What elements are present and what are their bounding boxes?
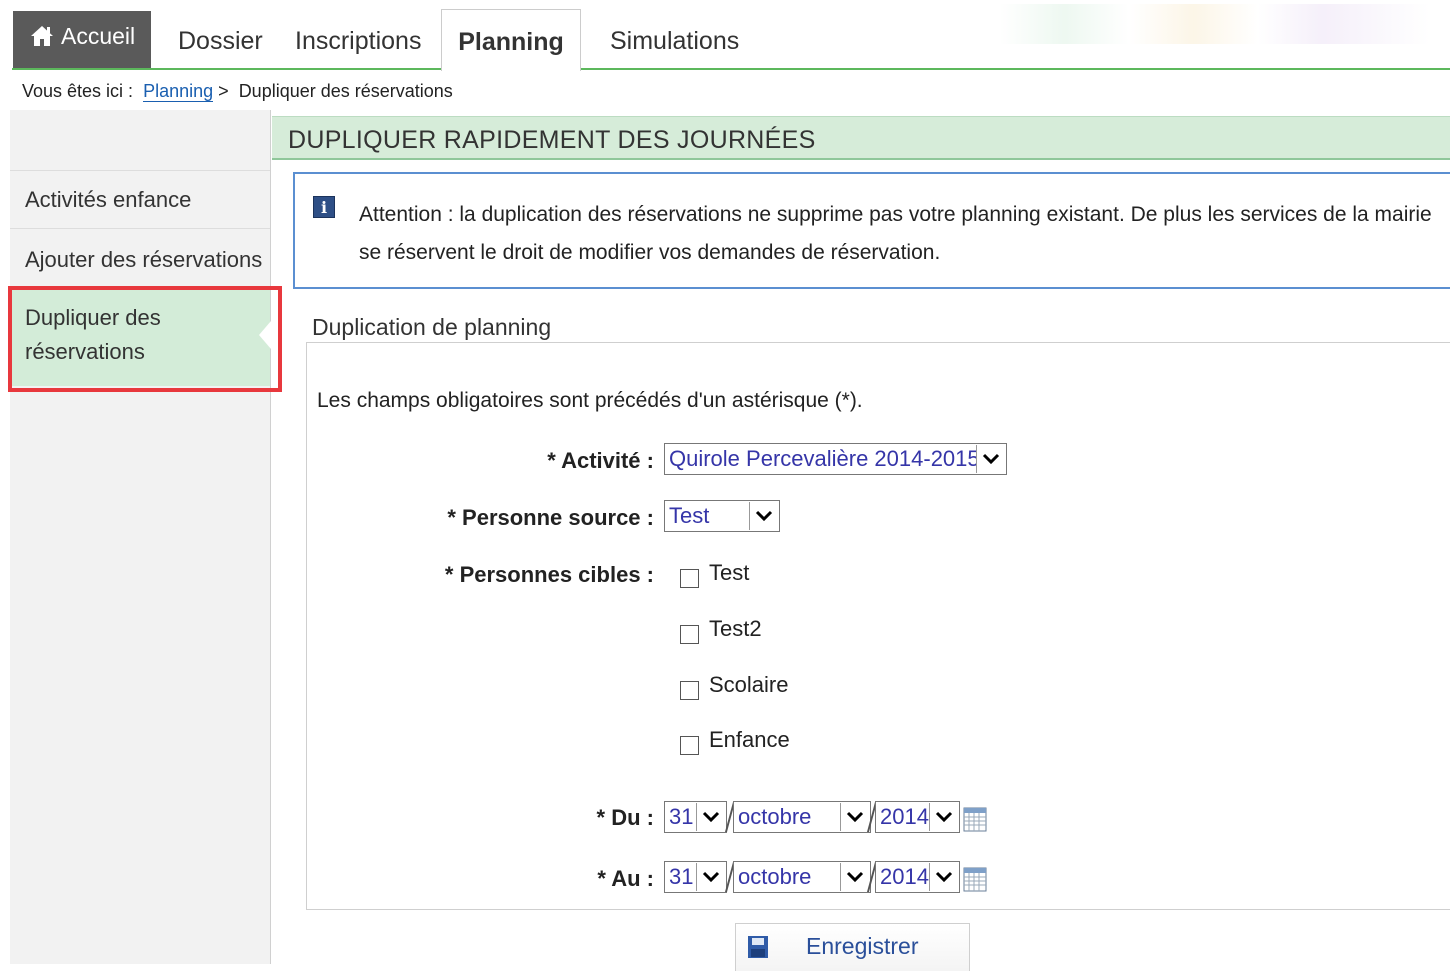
au-day-value: 31: [669, 864, 694, 889]
top-navigation: Accueil Dossier Inscriptions Planning Si…: [0, 0, 1450, 71]
breadcrumb-prefix: Vous êtes ici :: [22, 81, 134, 101]
breadcrumb-separator: >: [218, 81, 229, 101]
sidebar: Activités enfance Ajouter des réservatio…: [10, 110, 271, 964]
cible-checkbox-test[interactable]: [680, 569, 699, 588]
floppy-disk-icon: [748, 936, 768, 958]
breadcrumb-current: Dupliquer des réservations: [238, 81, 453, 101]
personne-source-select[interactable]: Test: [664, 500, 780, 532]
tab-inscriptions[interactable]: Inscriptions: [295, 14, 421, 68]
personnes-cibles-label: * Personnes cibles :: [444, 562, 654, 587]
du-year-value: 2014: [880, 804, 929, 829]
tab-planning[interactable]: Planning: [441, 9, 581, 71]
activite-value: Quirole Percevalière 2014-2015: [669, 446, 976, 471]
du-month-select[interactable]: octobre: [733, 801, 871, 833]
sidebar-item-label-line2: réservations: [25, 339, 145, 364]
sidebar-item-label: Ajouter des réservations: [25, 247, 263, 272]
calendar-icon[interactable]: [963, 806, 987, 832]
tab-simulations[interactable]: Simulations: [610, 14, 739, 68]
sidebar-item-label: Activités enfance: [25, 187, 192, 212]
header-decoration: [1000, 4, 1430, 44]
chevron-down-icon[interactable]: [749, 502, 778, 530]
du-day-select[interactable]: 31: [664, 801, 727, 833]
du-year-select[interactable]: 2014: [875, 801, 960, 833]
save-button-label: Enregistrer: [806, 933, 919, 959]
cible-label-test2: Test2: [709, 616, 762, 641]
cible-checkbox-scolaire[interactable]: [680, 681, 699, 700]
au-year-select[interactable]: 2014: [875, 861, 960, 893]
nav-divider: [12, 68, 1450, 70]
activite-select[interactable]: Quirole Percevalière 2014-2015: [664, 443, 1007, 475]
home-icon: [29, 24, 55, 48]
cible-label-test: Test: [709, 560, 750, 585]
cible-option-test[interactable]: Test: [680, 560, 749, 590]
sidebar-item-dupliquer-reservations[interactable]: Dupliquer des réservations: [10, 286, 271, 386]
chevron-down-icon[interactable]: [929, 803, 958, 831]
au-month-select[interactable]: octobre: [733, 861, 871, 893]
chevron-down-icon[interactable]: [696, 863, 725, 891]
au-day-select[interactable]: 31: [664, 861, 727, 893]
tab-accueil-label: Accueil: [61, 23, 136, 49]
chevron-down-icon[interactable]: [696, 803, 725, 831]
tab-accueil[interactable]: Accueil: [13, 11, 151, 68]
personne-source-value: Test: [669, 503, 710, 528]
cible-option-test2[interactable]: Test2: [680, 616, 762, 646]
calendar-icon[interactable]: [963, 866, 987, 892]
tab-dossier-label: Dossier: [178, 26, 263, 55]
sidebar-item-activites-enfance[interactable]: Activités enfance: [10, 170, 270, 228]
required-note: Les champs obligatoires sont précédés d'…: [317, 389, 863, 412]
tab-dossier[interactable]: Dossier: [178, 14, 263, 68]
cible-option-enfance[interactable]: Enfance: [680, 727, 790, 757]
cible-label-enfance: Enfance: [709, 727, 790, 752]
chevron-down-icon[interactable]: [929, 863, 958, 891]
chevron-down-icon[interactable]: [840, 803, 869, 831]
tab-inscriptions-label: Inscriptions: [295, 26, 422, 55]
breadcrumb-link-planning[interactable]: Planning: [143, 81, 214, 102]
info-notice: i Attention : la duplication des réserva…: [293, 172, 1450, 289]
cible-label-scolaire: Scolaire: [709, 672, 789, 697]
personne-source-label: * Personne source :: [447, 505, 654, 530]
au-month-value: octobre: [738, 864, 812, 889]
breadcrumb: Vous êtes ici : Planning > Dupliquer des…: [22, 81, 453, 102]
chevron-down-icon[interactable]: [840, 863, 869, 891]
au-year-value: 2014: [880, 864, 929, 889]
sidebar-item-ajouter-reservations[interactable]: Ajouter des réservations: [10, 228, 270, 286]
tab-planning-label: Planning: [458, 28, 564, 56]
page-title: DUPLIQUER RAPIDEMENT DES JOURNÉES: [272, 116, 1450, 160]
au-label: * Au :: [597, 866, 654, 891]
tab-simulations-label: Simulations: [610, 26, 740, 55]
du-label: * Du :: [596, 805, 654, 830]
du-month-value: octobre: [738, 804, 812, 829]
info-icon: i: [313, 196, 335, 218]
cible-option-scolaire[interactable]: Scolaire: [680, 672, 788, 702]
du-day-value: 31: [669, 804, 694, 829]
fieldset-legend: Duplication de planning: [312, 314, 552, 341]
info-text: Attention : la duplication des réservati…: [359, 203, 1432, 264]
cible-checkbox-test2[interactable]: [680, 625, 699, 644]
cible-checkbox-enfance[interactable]: [680, 736, 699, 755]
activite-label: * Activité :: [547, 448, 654, 473]
sidebar-item-label-line1: Dupliquer des: [25, 305, 161, 330]
chevron-down-icon[interactable]: [976, 445, 1005, 473]
